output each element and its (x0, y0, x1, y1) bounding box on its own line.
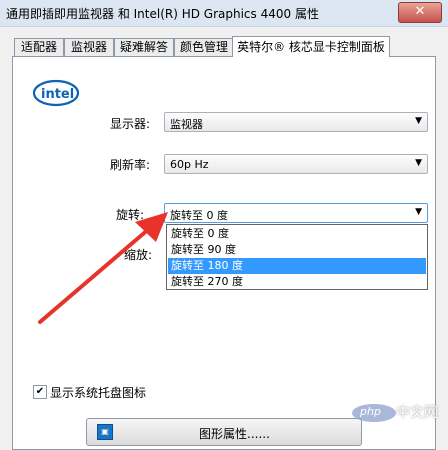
php-logo-text: php (360, 405, 381, 418)
watermark-text: 中文网 (396, 405, 438, 421)
arrow-shaft (38, 226, 152, 324)
php-watermark-logo: php (352, 404, 396, 422)
annotation-arrow (38, 212, 168, 324)
